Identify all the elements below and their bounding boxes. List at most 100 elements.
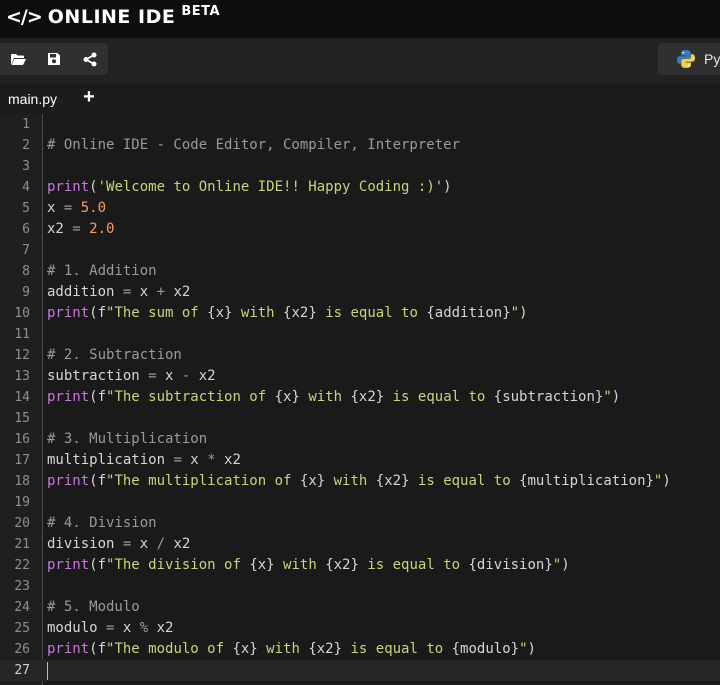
code-line[interactable]: 4 print('Welcome to Online IDE!! Happy Co… — [0, 177, 720, 198]
code-text: print(f"The modulo of {x} with {x2} is e… — [47, 639, 536, 660]
code-line[interactable]: 25 modulo = x % x2 — [0, 618, 720, 639]
code-line[interactable]: 18 print(f"The multiplication of {x} with… — [0, 471, 720, 492]
line-number: 17 — [14, 453, 30, 468]
code-line[interactable]: 5 x = 5.0 — [0, 198, 720, 219]
share-button[interactable] — [72, 43, 108, 75]
code-text: print(f"The multiplication of {x} with {… — [47, 471, 671, 492]
code-token: {x2} — [375, 473, 410, 489]
code-token: * — [207, 452, 216, 468]
open-folder-button[interactable] — [0, 43, 36, 75]
save-button[interactable] — [36, 43, 72, 75]
code-token: (f — [89, 641, 107, 657]
code-line[interactable]: 21 division = x / x2 — [0, 534, 720, 555]
code-text: # 3. Multiplication — [47, 429, 207, 450]
code-token: x — [131, 284, 157, 300]
file-actions-group — [0, 43, 108, 75]
code-token: x2 — [47, 221, 73, 237]
code-line[interactable]: 10 print(f"The sum of {x} with {x2} is eq… — [0, 303, 720, 324]
code-lines: 1 2 # Online IDE - Code Editor, Compiler, … — [0, 114, 720, 681]
code-token: {x2} — [325, 557, 359, 573]
code-token: / — [156, 536, 166, 552]
app-logo[interactable]: </> ONLINE IDE BETA — [6, 4, 220, 28]
code-text: addition = x + x2 — [47, 282, 190, 303]
code-token: x — [47, 200, 64, 216]
code-token: (f — [89, 557, 107, 573]
code-token: {subtraction} — [493, 389, 604, 405]
code-token: {modulo} — [451, 641, 520, 657]
line-number: 16 — [14, 432, 30, 447]
code-token: " — [510, 305, 520, 321]
code-token: = — [148, 368, 157, 384]
code-line[interactable]: 14 print(f"The subtraction of {x} with {x… — [0, 387, 720, 408]
code-token: is equal to — [409, 473, 520, 489]
language-label: Py — [704, 51, 720, 67]
code-token: " — [552, 557, 562, 573]
code-line[interactable]: 19 — [0, 492, 720, 513]
code-line[interactable]: 26 print(f"The modulo of {x} with {x2} is… — [0, 639, 720, 660]
code-line[interactable]: 22 print(f"The division of {x} with {x2} … — [0, 555, 720, 576]
line-number: 15 — [14, 411, 30, 426]
code-text: # 1. Addition — [47, 261, 157, 282]
code-line[interactable]: 15 — [0, 408, 720, 429]
code-text: print(f"The division of {x} with {x2} is… — [47, 555, 570, 576]
line-number: 27 — [14, 663, 30, 678]
code-token: addition — [47, 284, 123, 300]
code-line[interactable]: 1 — [0, 114, 720, 135]
line-number: 26 — [14, 642, 30, 657]
code-line[interactable]: 27 — [0, 660, 720, 681]
code-line[interactable]: 9 addition = x + x2 — [0, 282, 720, 303]
code-line[interactable]: 16 # 3. Multiplication — [0, 429, 720, 450]
code-line[interactable]: 20 # 4. Division — [0, 513, 720, 534]
code-line[interactable]: 6 x2 = 2.0 — [0, 219, 720, 240]
code-token: with — [325, 473, 376, 489]
code-line[interactable]: 2 # Online IDE - Code Editor, Compiler, I… — [0, 135, 720, 156]
code-token: x — [181, 452, 208, 468]
code-token: "The multiplication of — [106, 473, 300, 489]
code-token: ) — [561, 557, 570, 573]
code-token: with — [257, 641, 309, 657]
code-line[interactable]: 24 # 5. Modulo — [0, 597, 720, 618]
code-token: print — [47, 305, 90, 321]
line-number: 8 — [22, 264, 30, 279]
code-token: ) — [662, 473, 671, 489]
code-token: " — [603, 389, 612, 405]
code-line[interactable]: 8 # 1. Addition — [0, 261, 720, 282]
code-text: modulo = x % x2 — [47, 618, 173, 639]
line-number: 20 — [14, 516, 30, 531]
code-token: is equal to — [316, 305, 427, 321]
add-file-button[interactable]: + — [80, 87, 98, 109]
code-token: {x} — [249, 557, 275, 573]
tab-main-py[interactable]: main.py — [0, 83, 66, 114]
code-text: print(f"The sum of {x} with {x2} is equa… — [47, 303, 528, 324]
code-token: subtraction — [47, 368, 149, 384]
line-number: 25 — [14, 621, 30, 636]
code-brackets-icon: </> — [6, 6, 43, 28]
code-token: x2 — [215, 452, 241, 468]
line-number: 6 — [22, 222, 30, 237]
code-token: (f — [89, 473, 107, 489]
code-line[interactable]: 11 — [0, 324, 720, 345]
code-line[interactable]: 7 — [0, 240, 720, 261]
tab-label: main.py — [8, 90, 58, 107]
code-line[interactable]: 13 subtraction = x - x2 — [0, 366, 720, 387]
line-number: 1 — [22, 117, 30, 132]
line-number: 4 — [22, 180, 30, 195]
code-token: 2.0 — [89, 221, 115, 237]
open-folder-icon — [11, 53, 26, 65]
code-token: x2 — [165, 284, 191, 300]
line-number: 11 — [14, 327, 30, 342]
language-selector[interactable]: Py — [658, 43, 720, 75]
code-line[interactable]: 17 multiplication = x * x2 — [0, 450, 720, 471]
code-token: 5.0 — [80, 200, 107, 216]
code-line[interactable]: 23 — [0, 576, 720, 597]
code-token: print — [47, 557, 90, 573]
code-text: multiplication = x * x2 — [47, 450, 241, 471]
code-token: x2 — [190, 368, 216, 384]
header-bar: </> ONLINE IDE BETA — [0, 0, 720, 38]
code-editor[interactable]: 1 2 # Online IDE - Code Editor, Compiler, … — [0, 114, 720, 685]
code-token: is equal to — [384, 389, 494, 405]
code-line[interactable]: 12 # 2. Subtraction — [0, 345, 720, 366]
code-line[interactable]: 3 — [0, 156, 720, 177]
line-number: 5 — [22, 201, 30, 216]
